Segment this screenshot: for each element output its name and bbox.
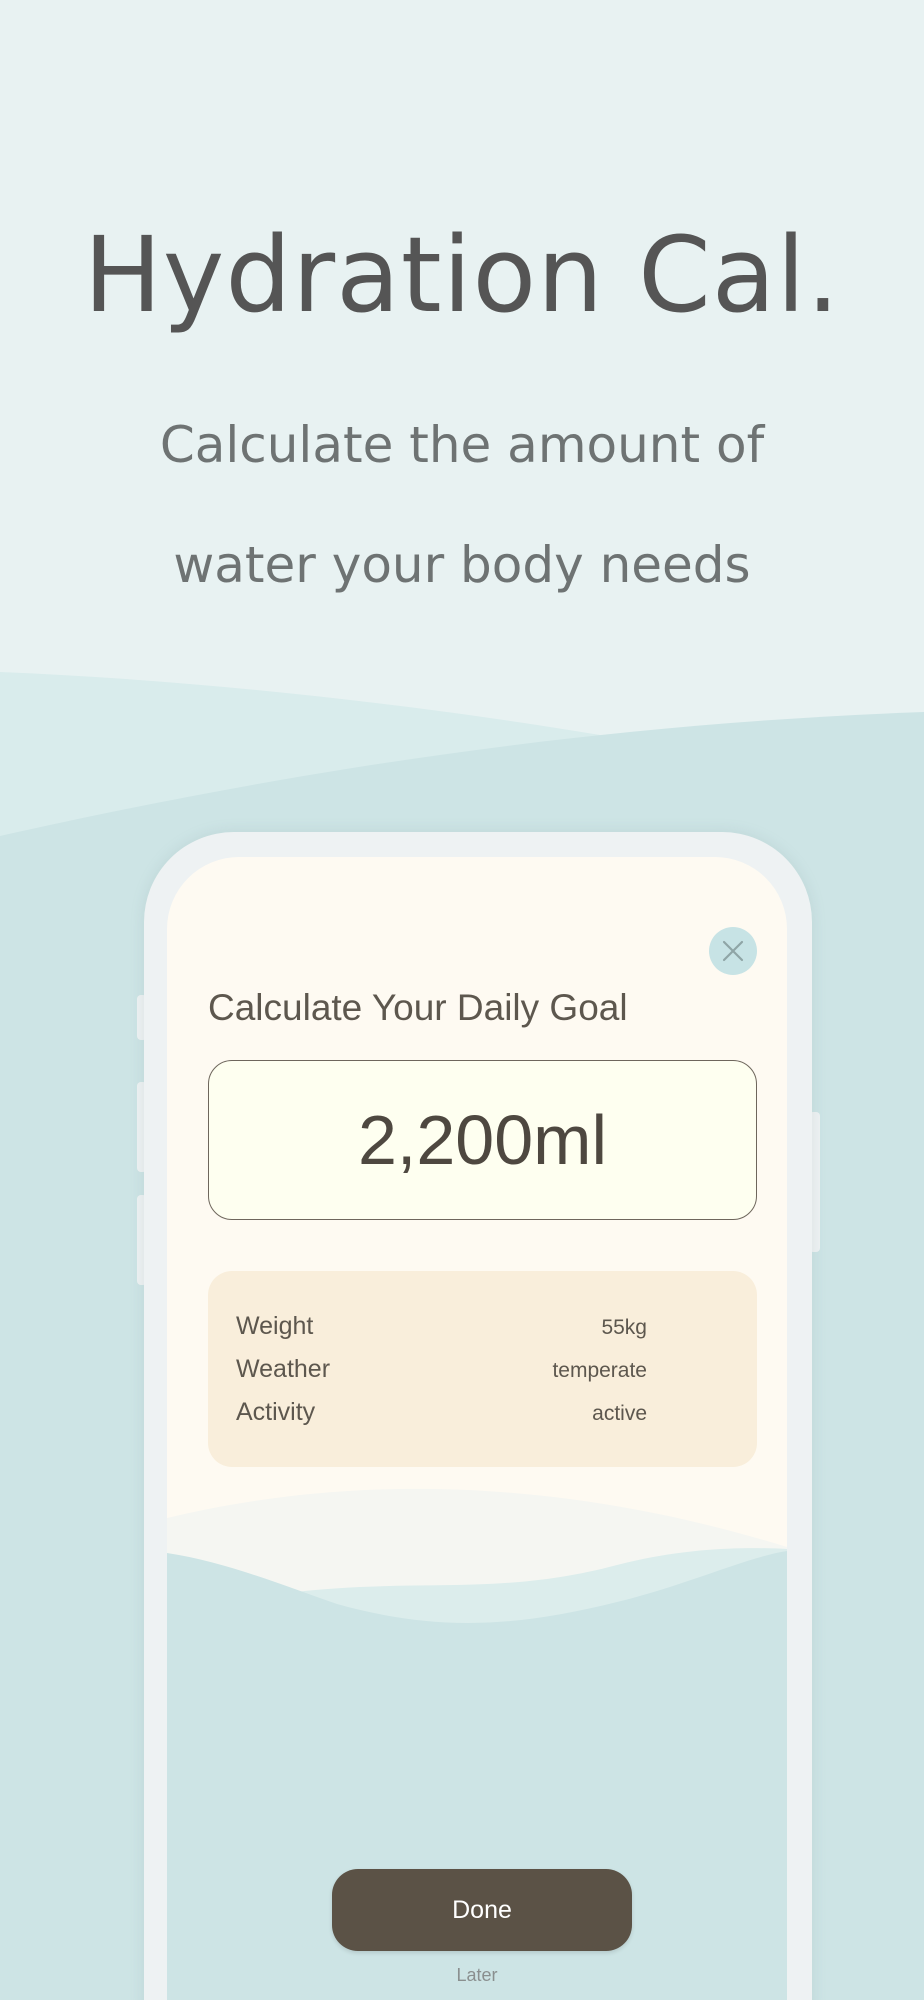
goal-display: 2,200ml bbox=[208, 1060, 757, 1220]
close-icon bbox=[722, 940, 744, 962]
detail-label: Weather bbox=[236, 1355, 331, 1383]
done-button[interactable]: Done bbox=[332, 1869, 632, 1951]
done-button-label: Done bbox=[452, 1895, 512, 1924]
app-headline: Hydration Cal. bbox=[83, 214, 841, 336]
subheadline-line-1: Calculate the amount of bbox=[159, 416, 765, 474]
goal-value: 2,200ml bbox=[357, 1101, 608, 1179]
detail-value: active bbox=[592, 1402, 647, 1425]
subheadline-line-2: water your body needs bbox=[173, 536, 751, 594]
close-button[interactable] bbox=[709, 927, 757, 975]
phone-screen: Calculate Your Daily Goal 2,200ml Weight… bbox=[167, 857, 787, 2000]
detail-row-weight: Weight 55kg bbox=[236, 1312, 647, 1341]
detail-value: temperate bbox=[552, 1359, 647, 1382]
detail-label: Activity bbox=[236, 1398, 316, 1426]
later-link[interactable]: Later bbox=[167, 1965, 787, 1986]
detail-row-weather: Weather temperate bbox=[236, 1355, 647, 1384]
detail-label: Weight bbox=[236, 1312, 314, 1340]
modal-title: Calculate Your Daily Goal bbox=[208, 987, 628, 1028]
detail-row-activity: Activity active bbox=[236, 1398, 647, 1427]
detail-value: 55kg bbox=[601, 1316, 647, 1339]
